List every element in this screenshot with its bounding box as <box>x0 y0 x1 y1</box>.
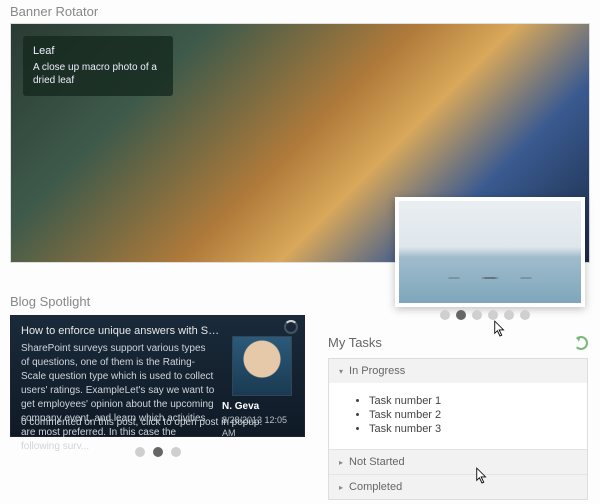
banner-dot-2[interactable] <box>472 310 482 320</box>
banner-caption-title: Leaf <box>33 44 163 59</box>
blog-body: SharePoint surveys support various types… <box>21 342 216 454</box>
banner-caption: Leaf A close up macro photo of a dried l… <box>23 36 173 96</box>
blog-section-title: Blog Spotlight <box>10 290 305 313</box>
accordion-header-not-started[interactable]: ▸ Not Started <box>329 449 587 474</box>
banner-dot-0[interactable] <box>440 310 450 320</box>
task-item[interactable]: Task number 2 <box>369 409 573 421</box>
accordion-label: Completed <box>349 481 402 493</box>
tasks-accordion: ▾ In Progress Task number 1 Task number … <box>328 358 588 500</box>
author-avatar <box>232 336 292 396</box>
task-item[interactable]: Task number 1 <box>369 395 573 407</box>
banner-thumbnail-preview <box>395 197 585 307</box>
blog-card[interactable]: How to enforce unique answers with Sh...… <box>10 315 305 437</box>
loading-spinner-icon <box>284 320 298 334</box>
chevron-down-icon: ▾ <box>339 367 343 376</box>
accordion-label: Not Started <box>349 456 405 468</box>
accordion-header-in-progress[interactable]: ▾ In Progress <box>329 359 587 383</box>
task-item[interactable]: Task number 3 <box>369 423 573 435</box>
accordion-header-completed[interactable]: ▸ Completed <box>329 474 587 499</box>
banner-dot-1[interactable] <box>456 310 466 320</box>
blog-footer: 0 commented on this post, click to open … <box>21 416 294 430</box>
banner-pagination <box>440 310 530 320</box>
chevron-right-icon: ▸ <box>339 483 343 492</box>
blog-headline: How to enforce unique answers with Sh... <box>21 324 221 339</box>
banner-section-title: Banner Rotator <box>0 0 600 23</box>
refresh-icon[interactable] <box>574 336 588 350</box>
banner-dot-3[interactable] <box>488 310 498 320</box>
author-name: N. Geva <box>222 400 292 414</box>
banner-caption-desc: A close up macro photo of a dried leaf <box>33 61 163 88</box>
banner-dot-5[interactable] <box>520 310 530 320</box>
tasks-section-title: My Tasks <box>328 335 382 350</box>
banner-dot-4[interactable] <box>504 310 514 320</box>
chevron-right-icon: ▸ <box>339 458 343 467</box>
accordion-label: In Progress <box>349 365 405 377</box>
accordion-body-in-progress: Task number 1 Task number 2 Task number … <box>329 383 587 449</box>
